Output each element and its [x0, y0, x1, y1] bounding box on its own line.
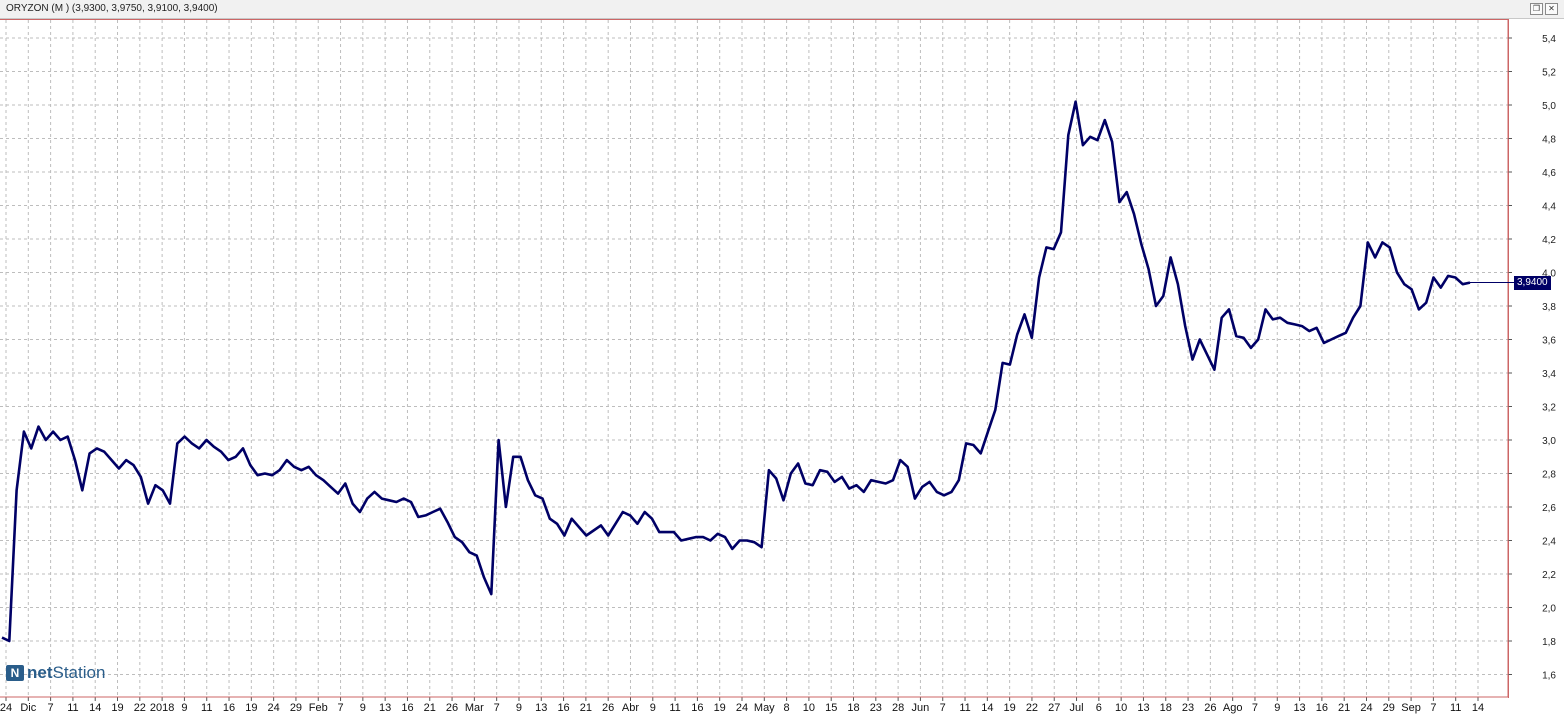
- x-tick-label: 27: [1048, 702, 1060, 714]
- x-tick-label: 10: [1115, 702, 1127, 714]
- x-tick-label: 13: [535, 702, 547, 714]
- x-tick-label: 16: [557, 702, 569, 714]
- x-tick-label: 14: [89, 702, 101, 714]
- x-tick-label: 16: [691, 702, 703, 714]
- logo-mark-icon: N: [6, 665, 24, 681]
- y-tick-label: 2,2: [1542, 570, 1556, 581]
- x-tick-label: 21: [580, 702, 592, 714]
- x-tick-label: 7: [940, 702, 946, 714]
- y-tick-label: 3,8: [1542, 302, 1556, 313]
- price-chart[interactable]: 1,61,82,02,22,42,62,83,03,23,43,63,84,04…: [0, 0, 1564, 714]
- x-tick-label: 11: [201, 702, 212, 714]
- x-tick-label: 11: [959, 702, 970, 714]
- y-tick-label: 3,6: [1542, 336, 1556, 347]
- y-tick-label: 2,0: [1542, 604, 1556, 615]
- x-tick-label: 13: [379, 702, 391, 714]
- x-tick-label: 19: [714, 702, 726, 714]
- y-tick-label: 1,8: [1542, 637, 1556, 648]
- logo-text-station: Station: [52, 663, 106, 682]
- x-tick-label: 24: [736, 702, 748, 714]
- x-tick-label: 9: [1274, 702, 1280, 714]
- x-tick-label: 22: [1026, 702, 1038, 714]
- x-tick-label: Feb: [309, 702, 328, 714]
- x-tick-label: 10: [803, 702, 815, 714]
- y-tick-label: 4,8: [1542, 135, 1556, 146]
- y-tick-label: 2,8: [1542, 470, 1556, 481]
- x-tick-label: 18: [1160, 702, 1172, 714]
- y-tick-label: 3,0: [1542, 436, 1556, 447]
- x-tick-label: 11: [669, 702, 680, 714]
- y-tick-label: 4,2: [1542, 235, 1556, 246]
- price-series-line: [1, 100, 1471, 643]
- x-tick-label: 7: [1430, 702, 1436, 714]
- x-tick-label: 19: [245, 702, 257, 714]
- x-tick-label: 13: [1137, 702, 1149, 714]
- x-tick-label: Dic: [20, 702, 36, 714]
- x-tick-label: 21: [424, 702, 436, 714]
- y-tick-label: 4,4: [1542, 202, 1556, 213]
- x-tick-label: Sep: [1401, 702, 1421, 714]
- x-tick-label: 29: [1383, 702, 1395, 714]
- x-tick-label: 16: [1316, 702, 1328, 714]
- x-tick-label: 19: [111, 702, 123, 714]
- x-tick-label: 6: [1096, 702, 1102, 714]
- x-tick-label: Jul: [1070, 702, 1084, 714]
- x-tick-label: Jun: [912, 702, 930, 714]
- x-tick-label: 24: [1360, 702, 1372, 714]
- x-tick-label: 7: [1252, 702, 1258, 714]
- x-tick-label: 7: [494, 702, 500, 714]
- x-tick-label: 14: [981, 702, 993, 714]
- y-tick-label: 4,6: [1542, 168, 1556, 179]
- x-tick-label: 11: [67, 702, 78, 714]
- x-tick-label: 28: [892, 702, 904, 714]
- x-tick-label: 7: [48, 702, 54, 714]
- x-tick-label: May: [754, 702, 775, 714]
- x-tick-label: 23: [1182, 702, 1194, 714]
- x-tick-label: 13: [1293, 702, 1305, 714]
- x-tick-label: 9: [516, 702, 522, 714]
- netstation-logo: N netStation: [6, 662, 105, 684]
- x-tick-label: Abr: [622, 702, 639, 714]
- x-tick-label: 9: [181, 702, 187, 714]
- x-tick-label: 8: [784, 702, 790, 714]
- logo-text-net: net: [27, 663, 53, 682]
- x-tick-label: 11: [1450, 702, 1461, 714]
- y-tick-label: 5,0: [1542, 101, 1556, 112]
- x-tick-label: 15: [825, 702, 837, 714]
- x-tick-label: 21: [1338, 702, 1350, 714]
- x-tick-label: 16: [223, 702, 235, 714]
- y-tick-label: 3,4: [1542, 369, 1556, 380]
- x-tick-label: 18: [847, 702, 859, 714]
- y-tick-label: 2,6: [1542, 503, 1556, 514]
- y-tick-label: 5,4: [1542, 34, 1556, 45]
- x-tick-label: 2018: [150, 702, 174, 714]
- x-tick-label: 22: [134, 702, 146, 714]
- x-tick-label: 24: [0, 702, 12, 714]
- x-tick-label: 26: [602, 702, 614, 714]
- x-tick-label: 29: [290, 702, 302, 714]
- x-tick-label: 9: [360, 702, 366, 714]
- x-tick-label: 19: [1004, 702, 1016, 714]
- x-tick-label: 23: [870, 702, 882, 714]
- y-tick-label: 5,2: [1542, 68, 1556, 79]
- x-tick-label: Ago: [1223, 702, 1243, 714]
- chart-window: ORYZON (M ) (3,9300, 3,9750, 3,9100, 3,9…: [0, 0, 1564, 714]
- x-tick-label: 24: [268, 702, 280, 714]
- x-tick-label: 16: [401, 702, 413, 714]
- y-tick-label: 3,2: [1542, 403, 1556, 414]
- y-tick-label: 1,6: [1542, 671, 1556, 682]
- x-tick-label: 26: [1204, 702, 1216, 714]
- last-price-badge: 3,9400: [1514, 275, 1551, 290]
- x-tick-label: 14: [1472, 702, 1484, 714]
- x-tick-label: 7: [337, 702, 343, 714]
- x-tick-label: 26: [446, 702, 458, 714]
- x-tick-label: 9: [650, 702, 656, 714]
- x-tick-label: Mar: [465, 702, 484, 714]
- y-tick-label: 2,4: [1542, 537, 1556, 548]
